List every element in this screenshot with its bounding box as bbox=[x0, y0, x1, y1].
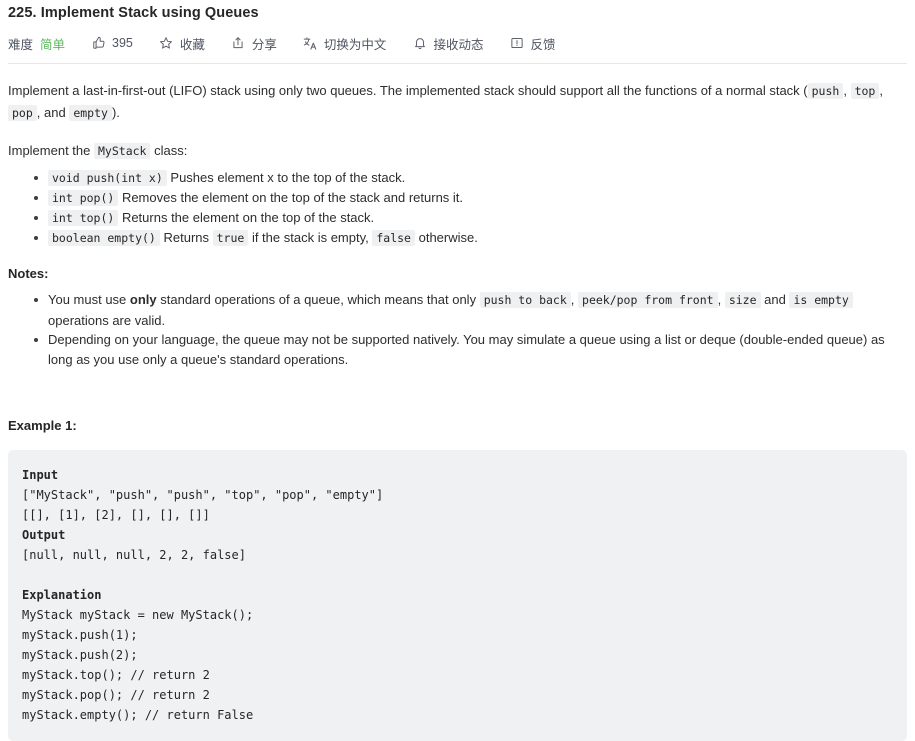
note1-emphasis: only bbox=[129, 292, 157, 307]
list-item: Depending on your language, the queue ma… bbox=[34, 330, 907, 369]
favorite-button[interactable]: 收藏 bbox=[159, 34, 205, 53]
subscribe-label: 接收动态 bbox=[433, 37, 484, 52]
output-line: [null, null, null, 2, 2, false] bbox=[22, 548, 246, 562]
list-item: You must use only standard operations of… bbox=[34, 290, 907, 330]
difficulty-value: 简单 bbox=[40, 37, 66, 52]
method-description-empty-b: if the stack is empty, bbox=[248, 230, 373, 245]
input-line-1: ["MyStack", "push", "push", "top", "pop"… bbox=[22, 488, 384, 502]
desc-text-c: , bbox=[879, 83, 883, 98]
class-text-a: Implement the bbox=[8, 143, 94, 158]
list-item: int pop() Removes the element on the top… bbox=[34, 188, 907, 208]
method-signature-pop: int pop() bbox=[48, 190, 119, 206]
problem-header: 225. Implement Stack using Queues 难度 简单 … bbox=[0, 0, 915, 64]
feedback-label: 反馈 bbox=[530, 37, 556, 52]
explanation-line: MyStack myStack = new MyStack(); bbox=[22, 608, 254, 622]
notes-heading: Notes: bbox=[8, 266, 49, 281]
method-signature-empty: boolean empty() bbox=[48, 230, 160, 246]
explanation-line: myStack.push(2); bbox=[22, 648, 138, 662]
explanation-label: Explanation bbox=[22, 588, 102, 602]
inline-code-push: push bbox=[807, 83, 844, 99]
desc-text-d: , and bbox=[36, 105, 70, 120]
explanation-line: myStack.pop(); // return 2 bbox=[22, 688, 210, 702]
list-item: void push(int x) Pushes element x to the… bbox=[34, 168, 907, 188]
inline-code-top: top bbox=[850, 83, 880, 99]
note1-text-b: standard operations of a queue, which me… bbox=[156, 292, 480, 307]
input-label: Input bbox=[22, 468, 59, 482]
note1-text-c: , bbox=[570, 292, 579, 307]
input-line-2: [[], [1], [2], [], [], []] bbox=[22, 508, 210, 522]
inline-code-pop: pop bbox=[8, 105, 37, 121]
notes-list: You must use only standard operations of… bbox=[8, 290, 907, 369]
share-label: 分享 bbox=[251, 37, 277, 52]
problem-content: Implement a last-in-first-out (LIFO) sta… bbox=[0, 64, 915, 741]
difficulty-label: 难度 bbox=[8, 37, 34, 52]
desc-text-e: ). bbox=[111, 105, 120, 120]
difficulty-group: 难度 简单 bbox=[8, 34, 65, 53]
subscribe-button[interactable]: 接收动态 bbox=[412, 34, 483, 53]
inline-code-size: size bbox=[724, 292, 761, 308]
note1-text-d: , bbox=[717, 292, 725, 307]
share-icon bbox=[231, 36, 246, 51]
note1-text-e: and bbox=[760, 292, 790, 307]
like-button[interactable]: 395 bbox=[91, 36, 133, 51]
desc-text-a: Implement a last-in-first-out (LIFO) sta… bbox=[8, 83, 808, 98]
method-list: void push(int x) Pushes element x to the… bbox=[8, 168, 907, 248]
inline-code-false: false bbox=[372, 230, 415, 246]
share-button[interactable]: 分享 bbox=[231, 34, 277, 53]
method-description-top: Returns the element on the top of the st… bbox=[121, 210, 375, 225]
translate-icon bbox=[303, 36, 318, 51]
explanation-line: myStack.top(); // return 2 bbox=[22, 668, 210, 682]
example-heading: Example 1: bbox=[8, 418, 77, 433]
bell-icon bbox=[412, 36, 427, 51]
favorite-label: 收藏 bbox=[179, 37, 205, 52]
explanation-line: myStack.push(1); bbox=[22, 628, 138, 642]
method-signature-push: void push(int x) bbox=[48, 170, 167, 186]
desc-text-b: , bbox=[843, 83, 851, 98]
note2-text: Depending on your language, the queue ma… bbox=[48, 332, 885, 367]
note1-text-f: operations are valid. bbox=[48, 312, 166, 328]
note1-text-a: You must use bbox=[48, 292, 130, 307]
output-label: Output bbox=[22, 528, 66, 542]
feedback-button[interactable]: 反馈 bbox=[509, 34, 555, 53]
inline-code-empty: empty bbox=[69, 105, 112, 121]
class-text-b: class: bbox=[150, 143, 188, 158]
translate-label: 切换为中文 bbox=[323, 37, 387, 52]
problem-page: 225. Implement Stack using Queues 难度 简单 … bbox=[0, 0, 915, 741]
inline-code-true: true bbox=[212, 230, 249, 246]
inline-code-push-to-back: push to back bbox=[479, 292, 571, 308]
method-signature-top: int top() bbox=[48, 210, 119, 226]
method-description-empty-c: otherwise. bbox=[414, 230, 478, 245]
inline-code-mystack: MyStack bbox=[94, 143, 151, 159]
explanation-line: myStack.empty(); // return False bbox=[22, 708, 254, 722]
example-code-block: Input ["MyStack", "push", "push", "top", … bbox=[8, 450, 907, 741]
page-title: 225. Implement Stack using Queues bbox=[8, 5, 259, 21]
feedback-icon bbox=[509, 36, 524, 51]
description-paragraph-2: Implement the MyStack class: bbox=[8, 124, 907, 162]
description-paragraph-1: Implement a last-in-first-out (LIFO) sta… bbox=[8, 64, 907, 124]
translate-button[interactable]: 切换为中文 bbox=[303, 34, 387, 53]
inline-code-is-empty: is empty bbox=[789, 292, 853, 308]
thumbs-up-icon bbox=[91, 36, 106, 51]
method-description-empty-a: Returns bbox=[163, 230, 213, 245]
list-item: boolean empty() Returns true if the stac… bbox=[34, 228, 907, 248]
like-count: 395 bbox=[112, 36, 133, 50]
method-description-pop: Removes the element on the top of the st… bbox=[121, 190, 464, 205]
star-icon bbox=[159, 36, 174, 51]
problem-meta-bar: 难度 简单 395 收藏 分享 切换为中文 接收动态 反馈 bbox=[8, 28, 907, 58]
inline-code-peek-pop-from-front: peek/pop from front bbox=[578, 292, 718, 308]
method-description-push: Pushes element x to the top of the stack… bbox=[170, 170, 406, 185]
list-item: int top() Returns the element on the top… bbox=[34, 208, 907, 228]
